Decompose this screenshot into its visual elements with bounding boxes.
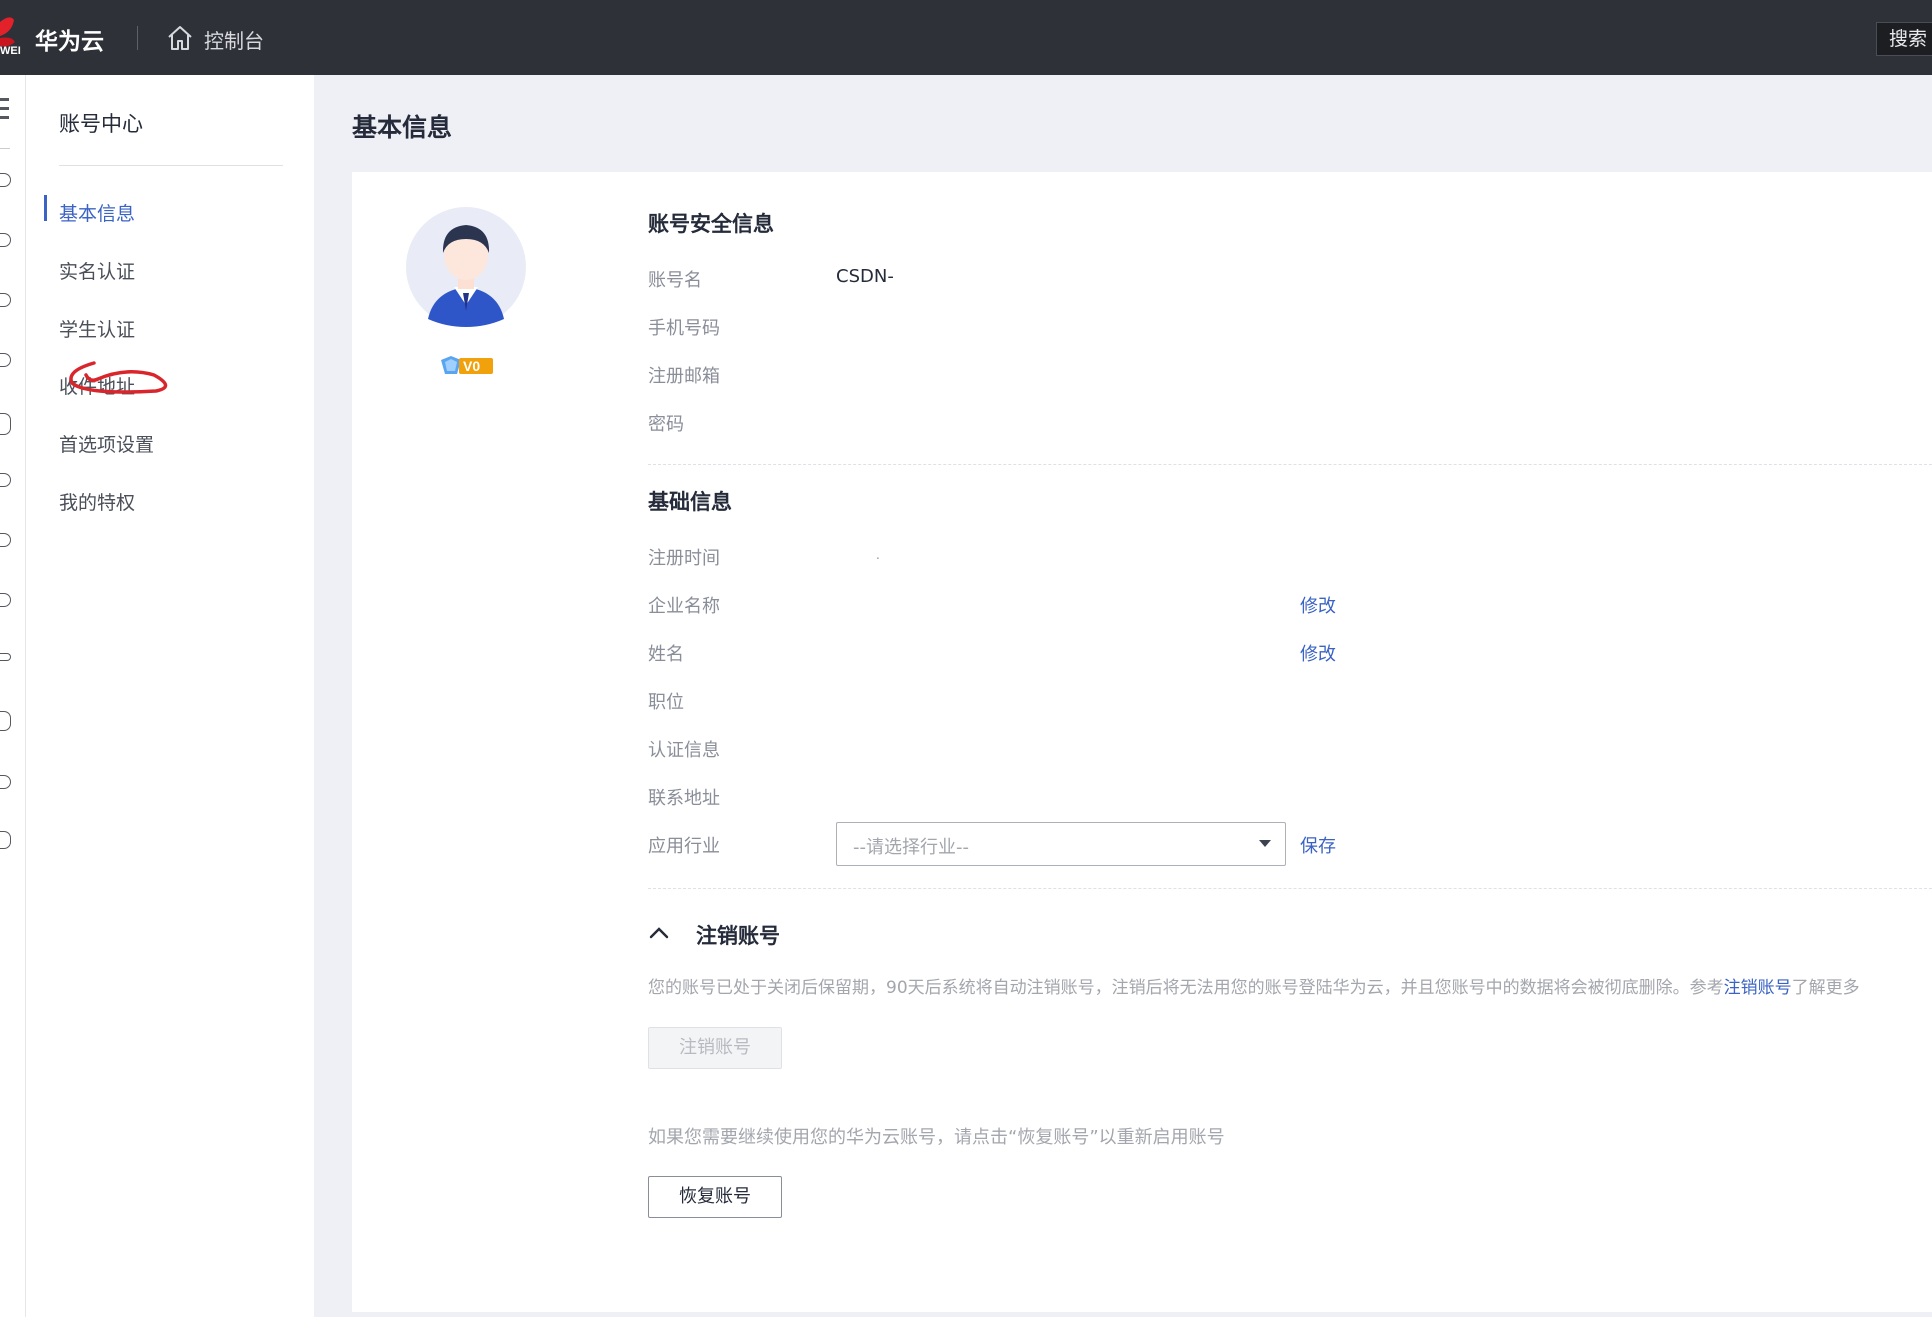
security-section-title: 账号安全信息 — [648, 212, 774, 236]
section-divider — [648, 464, 1932, 465]
section-divider — [648, 888, 1932, 889]
rail-service-icon[interactable] — [0, 233, 11, 247]
industry-select[interactable]: --请选择行业-- — [836, 822, 1286, 866]
cancel-notice-text: 您的账号已处于关闭后保留期，90天后系统将自动注销账号，注销后将无法用您的账号登… — [648, 978, 1724, 998]
sidebar-item-real-name[interactable]: 实名认证 — [59, 257, 135, 284]
cancel-notice-more: 了解更多 — [1791, 978, 1860, 998]
page-title: 基本信息 — [352, 113, 453, 142]
top-navbar: WEI 华为云 控制台 搜索 — [0, 0, 1932, 75]
rail-service-icon[interactable] — [0, 775, 11, 789]
rail-service-icon[interactable] — [0, 831, 11, 849]
account-name-value: CSDN- — [836, 266, 894, 287]
phone-label: 手机号码 — [648, 318, 720, 339]
position-label: 职位 — [648, 692, 684, 713]
industry-select-placeholder: --请选择行业-- — [853, 837, 969, 858]
rail-service-icon[interactable] — [0, 473, 11, 487]
rail-service-icon[interactable] — [0, 711, 11, 731]
cancel-notice: 您的账号已处于关闭后保留期，90天后系统将自动注销账号，注销后将无法用您的账号登… — [648, 973, 1860, 998]
topbar-divider — [137, 26, 138, 50]
register-time-label: 注册时间 — [648, 548, 720, 569]
rail-service-icon[interactable] — [0, 413, 11, 435]
save-industry-link[interactable]: 保存 — [1300, 832, 1336, 858]
user-avatar — [406, 207, 526, 327]
email-label: 注册邮箱 — [648, 366, 720, 387]
sidebar-title: 账号中心 — [59, 112, 143, 136]
edit-company-link[interactable]: 修改 — [1300, 592, 1336, 618]
name-label: 姓名 — [648, 644, 684, 665]
brand-name[interactable]: 华为云 — [35, 22, 104, 56]
rail-divider — [0, 148, 10, 149]
logo-text: WEI — [0, 45, 21, 57]
sidebar-item-address[interactable]: 收件地址 — [59, 372, 135, 399]
caret-down-icon — [1259, 840, 1271, 847]
cancel-account-button[interactable]: 注销账号 — [648, 1027, 782, 1069]
recover-account-button[interactable]: 恢复账号 — [648, 1176, 782, 1218]
rail-service-icon[interactable] — [0, 533, 11, 547]
cancel-section-title[interactable]: 注销账号 — [696, 920, 780, 950]
console-link[interactable]: 控制台 — [204, 25, 264, 54]
register-time-value: . — [876, 548, 880, 562]
recover-note: 如果您需要继续使用您的华为云账号，请点击“恢复账号”以重新启用账号 — [648, 1127, 1225, 1148]
chevron-up-icon[interactable] — [648, 924, 670, 940]
account-name-label: 账号名 — [648, 270, 702, 291]
cancel-doc-link[interactable]: 注销账号 — [1724, 978, 1792, 998]
sidebar-item-student[interactable]: 学生认证 — [59, 315, 135, 342]
basic-section-title: 基础信息 — [648, 490, 732, 514]
rail-service-icon[interactable] — [0, 593, 11, 607]
rail-service-icon[interactable] — [0, 293, 11, 307]
address-label: 联系地址 — [648, 788, 720, 809]
rail-service-icon[interactable] — [0, 653, 11, 661]
active-indicator — [44, 195, 47, 221]
sidebar-item-privileges[interactable]: 我的特权 — [59, 488, 135, 515]
vip-level-label: V0 — [463, 358, 481, 374]
home-icon[interactable] — [166, 24, 194, 52]
sidebar-item-preferences[interactable]: 首选项设置 — [59, 430, 154, 457]
rail-service-icon[interactable] — [0, 353, 11, 367]
account-sidebar: 账号中心 基本信息 实名认证 学生认证 收件地址 首选项设置 我的特权 — [26, 75, 314, 1317]
edit-name-link[interactable]: 修改 — [1300, 640, 1336, 666]
icon-rail — [0, 75, 26, 1317]
rail-service-icon[interactable] — [0, 173, 11, 187]
sidebar-divider — [59, 165, 283, 166]
certification-label: 认证信息 — [648, 740, 720, 761]
menu-icon[interactable] — [0, 98, 9, 124]
company-label: 企业名称 — [648, 596, 720, 617]
search-button[interactable]: 搜索 — [1876, 22, 1932, 56]
industry-label: 应用行业 — [648, 836, 720, 857]
password-label: 密码 — [648, 414, 684, 435]
sidebar-item-basic-info[interactable]: 基本信息 — [59, 199, 135, 226]
